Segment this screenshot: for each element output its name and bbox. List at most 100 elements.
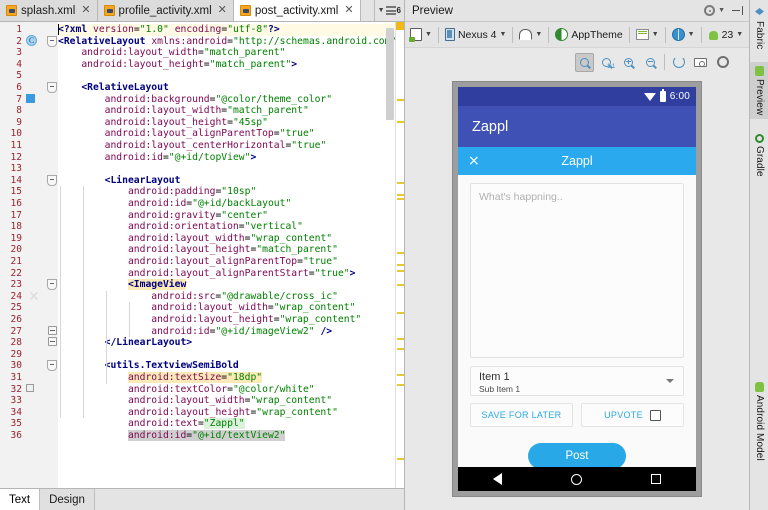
code-line[interactable]: android:layout_centerHorizontal="true" xyxy=(105,140,327,152)
code-line[interactable]: android:layout_alignParentStart="true"> xyxy=(128,268,356,280)
tab-text[interactable]: Text xyxy=(0,489,41,510)
class-marker-icon[interactable]: C xyxy=(26,34,37,46)
post-text-input[interactable]: What's happning.. xyxy=(470,183,684,358)
back-icon[interactable] xyxy=(492,473,502,485)
upvote-button[interactable]: UPVOTE xyxy=(581,403,684,427)
post-button[interactable]: Post xyxy=(528,443,626,469)
code-line[interactable]: <utils.TextviewSemiBold xyxy=(105,360,239,372)
warning-stripe-mark[interactable] xyxy=(397,182,404,184)
code-line[interactable]: android:layout_height="wrap_content" xyxy=(151,314,361,326)
zoom-actual-size-button[interactable]: 1:1 xyxy=(597,53,616,72)
activity-selector-button[interactable]: ▼ xyxy=(631,24,664,45)
code-line[interactable]: <ImageView xyxy=(127,279,187,291)
theme-selector-button[interactable]: AppTheme xyxy=(550,24,627,45)
tool-tab-gradle[interactable]: Gradle xyxy=(750,130,768,181)
warning-stripe-mark[interactable] xyxy=(397,198,404,200)
code-line[interactable]: android:layout_width="match_parent" xyxy=(105,105,309,117)
code-line[interactable]: android:src="@drawable/cross_ic" xyxy=(151,291,338,303)
tool-tab-fabric[interactable]: Fabric xyxy=(750,4,768,53)
orientation-button[interactable]: ▼ xyxy=(514,24,547,45)
code-line[interactable]: android:layout_alignParentTop="true" xyxy=(128,256,338,268)
home-icon[interactable] xyxy=(570,473,582,485)
color-swatch-icon[interactable] xyxy=(26,93,35,103)
chevron-down-icon[interactable]: ▼ xyxy=(718,7,725,14)
warning-stripe-mark[interactable] xyxy=(397,338,404,340)
locale-selector-button[interactable]: ▼ xyxy=(667,24,700,45)
warning-stripe-mark[interactable] xyxy=(397,348,404,350)
code-line[interactable]: android:layout_width="wrap_content" xyxy=(128,395,332,407)
editor-error-stripe[interactable] xyxy=(395,22,404,488)
editor-scrollbar-thumb[interactable] xyxy=(386,28,394,120)
code-line[interactable]: android:orientation="vertical" xyxy=(128,221,303,233)
warning-stripe-mark[interactable] xyxy=(397,458,404,460)
code-line[interactable]: android:textSize="18dp" xyxy=(127,372,263,384)
screenshot-button[interactable] xyxy=(691,53,710,72)
editor-tab-profile-activity[interactable]: profile_activity.xml ✕ xyxy=(97,0,234,21)
code-line[interactable]: android:gravity="center" xyxy=(128,210,268,222)
tool-tab-preview[interactable]: Preview xyxy=(750,62,768,120)
color-swatch-icon[interactable] xyxy=(26,383,34,392)
upvote-checkbox[interactable] xyxy=(649,409,661,421)
code-line[interactable]: <RelativeLayout xyxy=(81,82,169,94)
tab-overflow-control[interactable]: ▼ 6 xyxy=(373,0,404,21)
code-line[interactable]: android:layout_height="45sp" xyxy=(105,117,268,129)
code-fold-toggle[interactable] xyxy=(47,35,57,47)
close-icon[interactable]: ✕ xyxy=(218,5,227,16)
code-fold-toggle[interactable] xyxy=(48,325,57,335)
warning-stripe-mark[interactable] xyxy=(397,384,404,386)
code-line[interactable]: android:layout_width="wrap_content" xyxy=(128,233,332,245)
gear-icon[interactable] xyxy=(704,5,716,16)
close-icon[interactable]: ✕ xyxy=(81,5,90,16)
recents-icon[interactable] xyxy=(651,474,662,484)
editor-gutter[interactable]: 1 2 3 4 5 6 7 8 9 10 11 12 13 14 15 16 17 18 19 20 21 22 23 24 2… xyxy=(0,22,46,488)
editor-tab-splash[interactable]: splash.xml ✕ xyxy=(0,0,98,21)
code-line[interactable]: android:background="@color/theme_color" xyxy=(105,94,332,106)
code-line[interactable]: <LinearLayout xyxy=(105,175,181,187)
code-line[interactable]: android:id="@+id/backLayout" xyxy=(128,198,291,210)
warning-stripe-mark[interactable] xyxy=(397,194,404,196)
hide-panel-icon[interactable] xyxy=(732,5,743,16)
category-spinner[interactable]: Item 1 Sub Item 1 xyxy=(470,366,684,396)
refresh-button[interactable] xyxy=(669,53,688,72)
code-line[interactable]: <RelativeLayout xmlns:android="http://sc… xyxy=(58,36,395,48)
code-line[interactable]: android:padding="10sp" xyxy=(128,186,256,198)
save-for-later-button[interactable]: SAVE FOR LATER xyxy=(470,403,573,427)
code-line[interactable]: android:layout_width="match_parent" xyxy=(81,47,285,59)
zoom-to-fit-button[interactable] xyxy=(575,52,594,72)
code-line[interactable]: android:id="@+id/imageView2" /> xyxy=(151,326,332,338)
code-fold-toggle[interactable] xyxy=(47,174,57,186)
warning-stripe-mark[interactable] xyxy=(397,121,404,123)
warning-stripe-mark[interactable] xyxy=(397,284,404,286)
editor-tab-post-activity[interactable]: post_activity.xml ✕ xyxy=(233,0,361,21)
code-line[interactable]: android:id="@+id/textView2" xyxy=(127,430,286,442)
code-editor-surface[interactable]: <?xml version="1.0" encoding="utf-8"?> <R… xyxy=(58,22,395,488)
warning-stripe-mark[interactable] xyxy=(397,374,404,376)
tab-design[interactable]: Design xyxy=(40,489,95,510)
preview-settings-button[interactable] xyxy=(713,53,732,72)
warning-stripe-mark[interactable] xyxy=(397,99,404,101)
warning-stripe-mark[interactable] xyxy=(397,264,404,266)
warning-stripe-mark[interactable] xyxy=(397,252,404,254)
code-fold-toggle[interactable] xyxy=(47,360,57,372)
code-fold-toggle[interactable] xyxy=(48,337,57,347)
warning-stripe-mark[interactable] xyxy=(397,270,404,272)
editor-fold-column[interactable] xyxy=(46,22,58,488)
code-line[interactable]: android:layout_alignParentTop="true" xyxy=(105,128,315,140)
code-fold-toggle[interactable] xyxy=(47,279,57,291)
code-line[interactable]: android:layout_height="wrap_content" xyxy=(128,407,338,419)
close-icon[interactable]: ✕ xyxy=(344,5,353,16)
device-config-button[interactable]: ▼ xyxy=(405,24,437,45)
zoom-in-button[interactable] xyxy=(619,53,638,72)
code-line[interactable]: </LinearLayout> xyxy=(105,337,193,349)
warning-stripe-mark[interactable] xyxy=(397,312,404,314)
code-line[interactable]: <?xml version="1.0" encoding="utf-8"?> xyxy=(58,24,280,36)
code-line[interactable]: android:layout_width="wrap_content" xyxy=(151,302,355,314)
device-selector-button[interactable]: Nexus 4 ▼ xyxy=(440,24,511,45)
zoom-out-button[interactable] xyxy=(641,53,660,72)
code-line[interactable]: android:text="Zappl" xyxy=(128,418,245,430)
code-line[interactable]: android:layout_height="match_parent" xyxy=(128,244,338,256)
code-line[interactable]: android:id="@+id/topView"> xyxy=(105,152,257,164)
code-line[interactable]: android:layout_height="match_parent"> xyxy=(81,59,297,71)
tool-tab-android-model[interactable]: Android Model xyxy=(750,378,768,465)
code-line[interactable]: android:textColor="@color/white" xyxy=(128,384,315,396)
